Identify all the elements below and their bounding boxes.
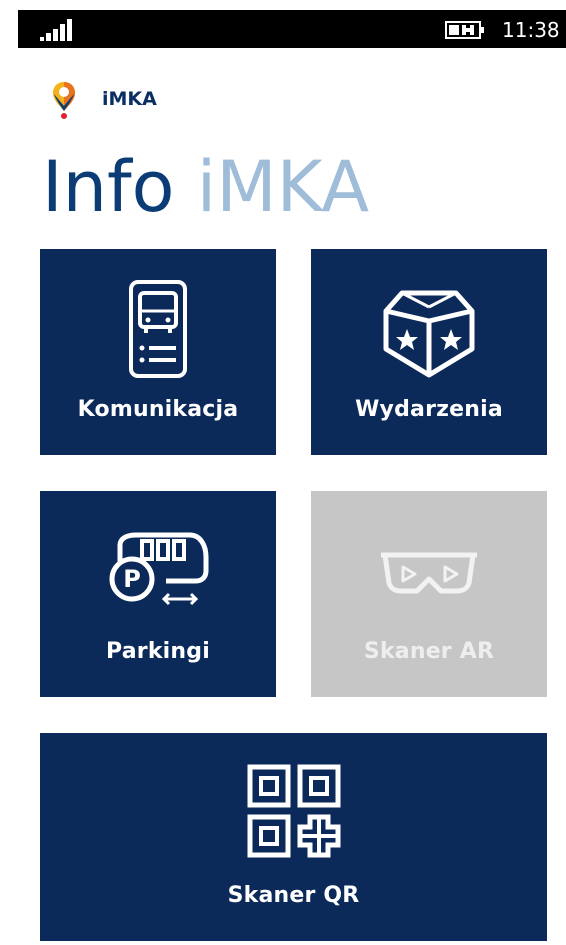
qr-code-icon bbox=[247, 764, 340, 858]
tile-label: Komunikacja bbox=[77, 397, 239, 422]
map-pin-logo-icon bbox=[53, 82, 75, 119]
page-title-info: Info bbox=[42, 146, 175, 228]
tile-parkingi[interactable]: P Parkingi bbox=[40, 491, 276, 697]
status-bar: 11:38 bbox=[18, 10, 566, 48]
tile-wydarzenia[interactable]: Wydarzenia bbox=[311, 249, 547, 455]
tile-skaner-qr[interactable]: Skaner QR bbox=[40, 733, 547, 941]
ar-glasses-icon bbox=[381, 552, 477, 594]
tile-skaner-ar: Skaner AR bbox=[311, 491, 547, 697]
tile-label: Wydarzenia bbox=[355, 397, 503, 422]
tile-label: Skaner AR bbox=[363, 639, 495, 664]
parking-bus-icon: P bbox=[109, 532, 209, 606]
status-time: 11:38 bbox=[502, 18, 560, 42]
signal-bars-icon bbox=[40, 19, 72, 41]
page-title-imka: iMKA bbox=[196, 146, 370, 228]
tile-label: Skaner QR bbox=[227, 883, 360, 908]
event-box-stars-icon bbox=[383, 290, 475, 378]
bus-schedule-icon bbox=[129, 280, 187, 378]
battery-charging-icon bbox=[445, 21, 484, 39]
svg-text:P: P bbox=[123, 565, 141, 593]
brand-name: iMKA bbox=[102, 88, 157, 110]
page-title: Info iMKA bbox=[42, 142, 369, 232]
tile-komunikacja[interactable]: Komunikacja bbox=[40, 249, 276, 455]
app-window: 11:38 iMKA Info iMKA Komunikacja Wydarze… bbox=[18, 10, 566, 945]
tile-label: Parkingi bbox=[106, 639, 210, 664]
